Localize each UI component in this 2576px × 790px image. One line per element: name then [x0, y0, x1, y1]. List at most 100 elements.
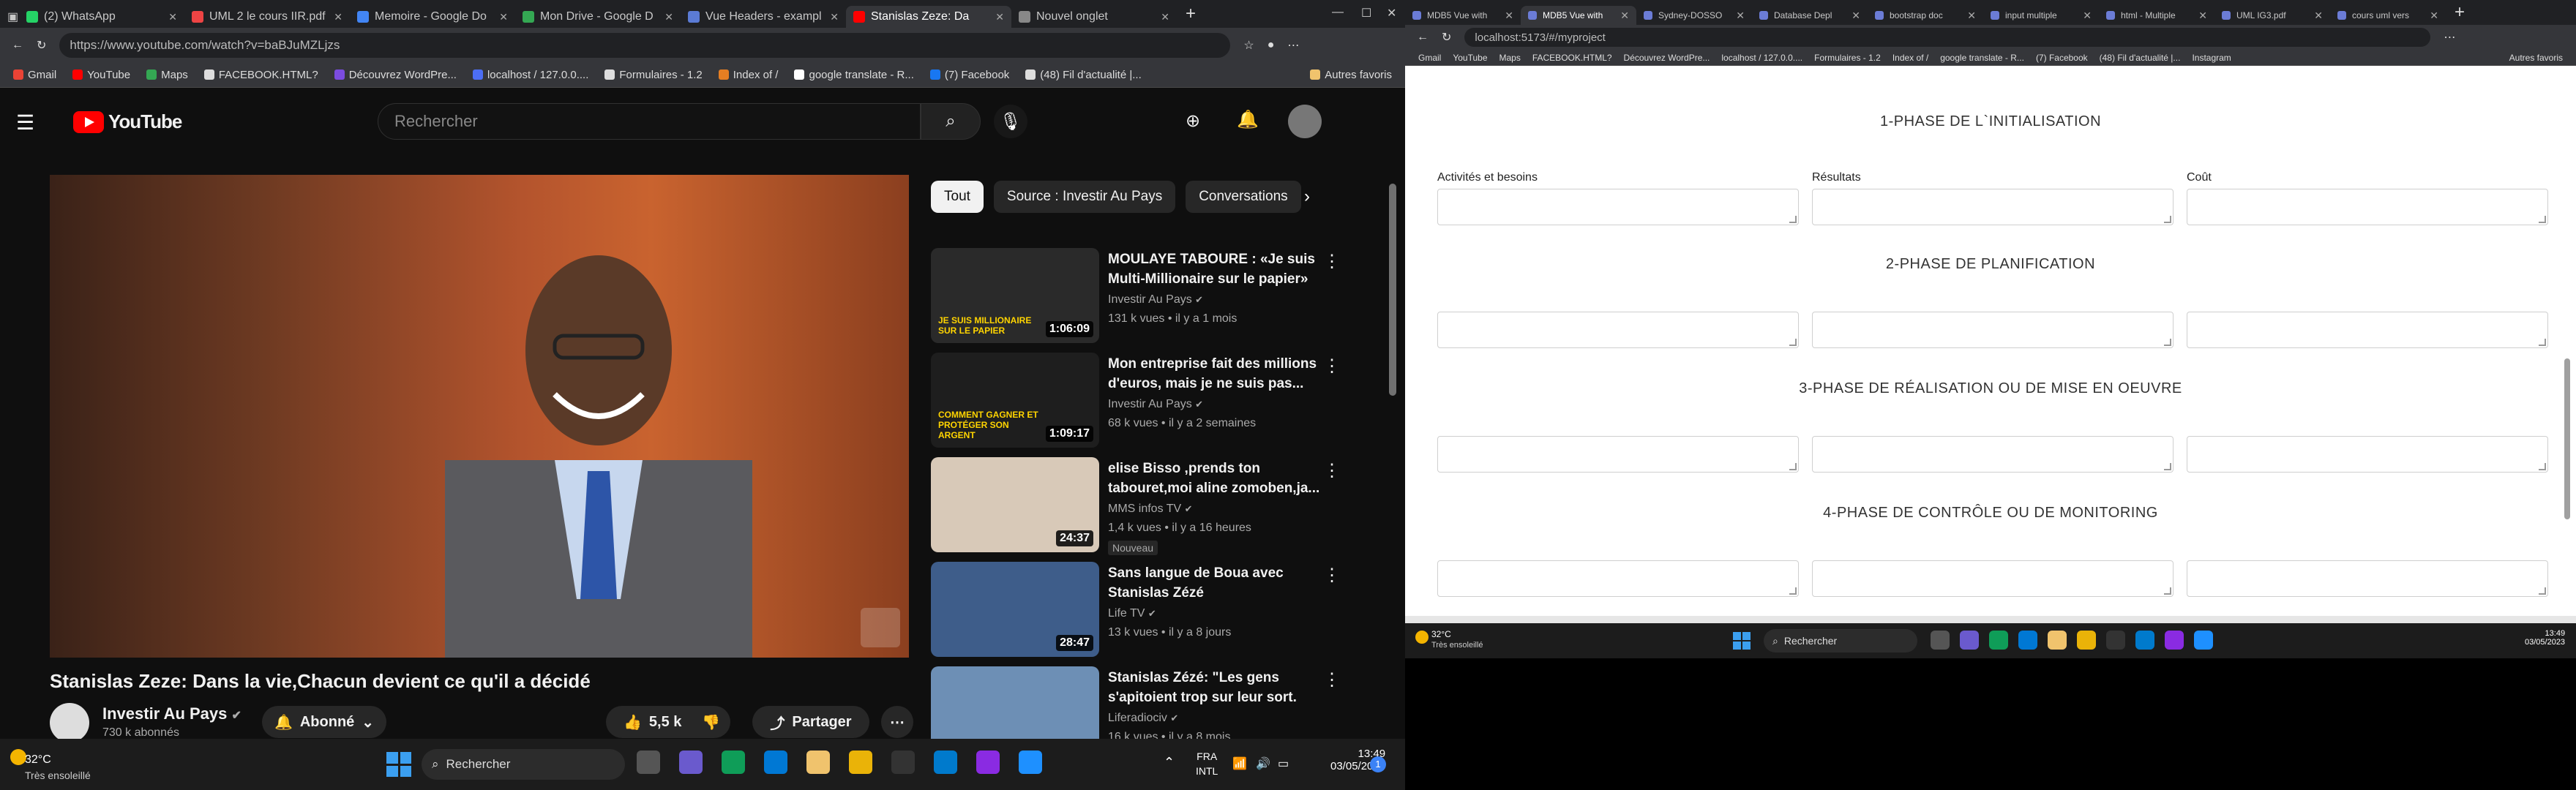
phase3-activities-textarea[interactable]	[1437, 436, 1799, 473]
new-tab-button[interactable]: +	[2446, 2, 2474, 23]
edge-icon[interactable]	[722, 750, 745, 774]
store-icon[interactable]	[2077, 631, 2096, 650]
youtube-logo[interactable]: YouTube	[73, 110, 182, 133]
phase1-results-textarea[interactable]	[1812, 189, 2174, 225]
bookmark-item[interactable]: Autres favoris	[2509, 53, 2563, 63]
tab-actions-icon[interactable]: ▣	[0, 6, 19, 28]
bookmark-item[interactable]: Formulaires - 1.2	[1814, 53, 1881, 63]
bookmark-item[interactable]: Index of /	[718, 69, 778, 81]
close-tab-icon[interactable]: ✕	[1620, 10, 1629, 22]
close-tab-icon[interactable]: ✕	[168, 11, 177, 23]
taskbar-search[interactable]: ⌕ Rechercher	[1764, 629, 1917, 652]
bell-icon[interactable]: 🔔	[1237, 109, 1259, 130]
recommendation-title[interactable]: Sans langue de Boua avec Stanislas Zézé	[1108, 563, 1320, 603]
close-tab-icon[interactable]: ✕	[995, 11, 1004, 23]
tab-1[interactable]: UML 2 le cours IIR.pdf ✕	[184, 6, 350, 28]
tab-5[interactable]: Stanislas Zeze: Da ✕	[846, 6, 1011, 28]
close-tab-icon[interactable]: ✕	[334, 11, 342, 23]
search-button[interactable]: ⌕	[921, 103, 981, 140]
close-tab-icon[interactable]: ✕	[1852, 10, 1860, 22]
app-icon[interactable]	[2194, 631, 2213, 650]
tab-7[interactable]: UML IG3.pdf ✕	[2214, 6, 2330, 25]
close-tab-icon[interactable]: ✕	[2430, 10, 2438, 22]
more-actions-icon[interactable]: ⋯	[881, 706, 913, 738]
bookmark-item[interactable]: YouTube	[1453, 53, 1487, 63]
share-button[interactable]: ⤴ Partager	[752, 706, 869, 738]
more-options-icon[interactable]: ⋮	[1323, 565, 1341, 586]
tab-6[interactable]: Nouvel onglet ✕	[1011, 6, 1177, 28]
new-tab-button[interactable]: +	[1177, 4, 1205, 24]
menu-icon[interactable]: ⋯	[2444, 30, 2455, 45]
filter-chip[interactable]: Tout	[931, 181, 984, 213]
bookmark-item[interactable]: Instagram	[2192, 53, 2231, 63]
app-icon[interactable]	[1019, 750, 1042, 774]
bookmark-item[interactable]: Découvrez WordPre...	[1624, 53, 1710, 63]
file-explorer-icon[interactable]	[2048, 631, 2067, 650]
visual-studio-icon[interactable]	[2165, 631, 2184, 650]
recommendation-channel[interactable]: Investir Au Pays ✔	[1108, 398, 1203, 411]
close-tab-icon[interactable]: ✕	[2314, 10, 2323, 22]
recommendation-title[interactable]: elise Bisso ,prends ton tabouret,moi ali…	[1108, 459, 1320, 498]
tab-5[interactable]: input multiple ✕	[1983, 6, 2099, 25]
recommendation-channel[interactable]: Life TV ✔	[1108, 607, 1156, 620]
minimize-icon[interactable]: —	[1332, 6, 1344, 19]
phase2-activities-textarea[interactable]	[1437, 312, 1799, 348]
volume-icon[interactable]: 🔊	[1256, 756, 1270, 771]
tab-3[interactable]: Mon Drive - Google D ✕	[515, 6, 681, 28]
tab-2[interactable]: Memoire - Google Do ✕	[350, 6, 515, 28]
filter-chip[interactable]: Conversations	[1186, 181, 1301, 213]
bookmark-item[interactable]: Autres favoris	[1310, 69, 1392, 81]
menu-icon[interactable]: ⋯	[1287, 38, 1299, 53]
back-icon[interactable]: ←	[12, 39, 23, 52]
teams-icon[interactable]	[679, 750, 703, 774]
phase4-results-textarea[interactable]	[1812, 560, 2174, 597]
subscribe-button[interactable]: 🔔 Abonné ⌄	[262, 706, 386, 738]
clock[interactable]: 13:49 03/05/2023	[2525, 629, 2565, 647]
more-options-icon[interactable]: ⋮	[1323, 460, 1341, 481]
more-options-icon[interactable]: ⋮	[1323, 669, 1341, 691]
bookmark-item[interactable]: Découvrez WordPre...	[334, 69, 457, 81]
chevron-right-icon[interactable]: ›	[1304, 187, 1310, 207]
visual-studio-icon[interactable]	[976, 750, 1000, 774]
close-tab-icon[interactable]: ✕	[1161, 11, 1169, 23]
channel-name[interactable]: Investir Au Pays ✔	[102, 704, 242, 723]
page-scrollbar[interactable]	[1389, 184, 1396, 396]
tab-4[interactable]: Vue Headers - exampl ✕	[681, 6, 846, 28]
recommendation-item[interactable]: COMMENT GAGNER ET PROTÉGER SON ARGENT 1:0…	[931, 353, 1341, 451]
notification-badge[interactable]: 1	[1370, 756, 1386, 772]
bookmark-item[interactable]: (48) Fil d'actualité |...	[2100, 53, 2181, 63]
vscode-icon[interactable]	[934, 750, 957, 774]
close-window-icon[interactable]: ✕	[1387, 6, 1396, 20]
bookmark-item[interactable]: google translate - R...	[1940, 53, 2024, 63]
phase2-cost-textarea[interactable]	[2187, 312, 2548, 348]
bookmark-item[interactable]: Maps	[1499, 53, 1521, 63]
bookmark-item[interactable]: Maps	[146, 69, 188, 81]
recommendation-title[interactable]: Mon entreprise fait des millions d'euros…	[1108, 354, 1320, 394]
task-view-icon[interactable]	[1931, 631, 1950, 650]
close-tab-icon[interactable]: ✕	[499, 11, 508, 23]
video-thumbnail[interactable]: 28:47	[931, 562, 1099, 657]
video-player[interactable]	[50, 175, 909, 658]
close-tab-icon[interactable]: ✕	[1505, 10, 1513, 22]
close-tab-icon[interactable]: ✕	[1967, 10, 1976, 22]
recommendation-channel[interactable]: MMS infos TV ✔	[1108, 503, 1193, 516]
recommendation-item[interactable]: 24:37 elise Bisso ,prends ton tabouret,mo…	[931, 457, 1341, 555]
phase3-results-textarea[interactable]	[1812, 436, 2174, 473]
bookmark-item[interactable]: (7) Facebook	[929, 69, 1009, 81]
channel-avatar[interactable]	[50, 703, 89, 742]
terminal-icon[interactable]	[2106, 631, 2125, 650]
search-input[interactable]: Rechercher	[378, 103, 921, 140]
phase4-cost-textarea[interactable]	[2187, 560, 2548, 597]
task-view-icon[interactable]	[637, 750, 660, 774]
tab-6[interactable]: html - Multiple ✕	[2099, 6, 2214, 25]
language-indicator[interactable]: FRA INTL	[1196, 749, 1218, 778]
tab-3[interactable]: Database Depl ✕	[1752, 6, 1868, 25]
refresh-icon[interactable]: ↻	[37, 38, 46, 53]
maximize-icon[interactable]: ☐	[1361, 6, 1371, 20]
more-options-icon[interactable]: ⋮	[1323, 251, 1341, 272]
close-tab-icon[interactable]: ✕	[2083, 10, 2092, 22]
profile-icon[interactable]: ●	[1268, 39, 1275, 52]
horizontal-scrollbar[interactable]	[1405, 616, 2576, 623]
like-button[interactable]: 👍 5,5 k 👎	[606, 706, 730, 738]
phase1-cost-textarea[interactable]	[2187, 189, 2548, 225]
